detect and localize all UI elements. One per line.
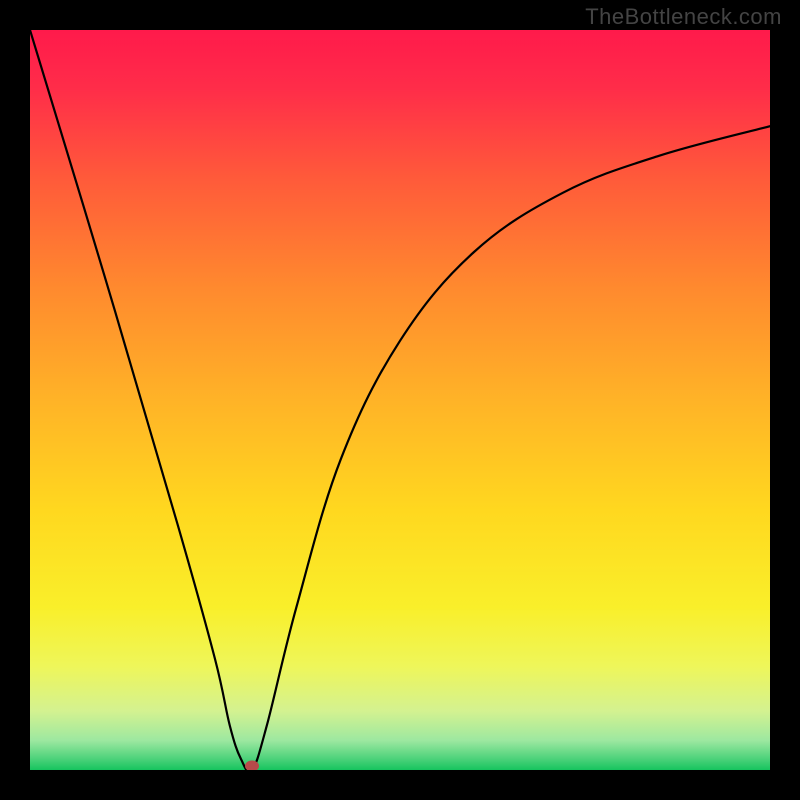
chart-frame: TheBottleneck.com xyxy=(0,0,800,800)
plot-area xyxy=(30,30,770,770)
plot-svg xyxy=(30,30,770,770)
watermark-text: TheBottleneck.com xyxy=(585,4,782,30)
